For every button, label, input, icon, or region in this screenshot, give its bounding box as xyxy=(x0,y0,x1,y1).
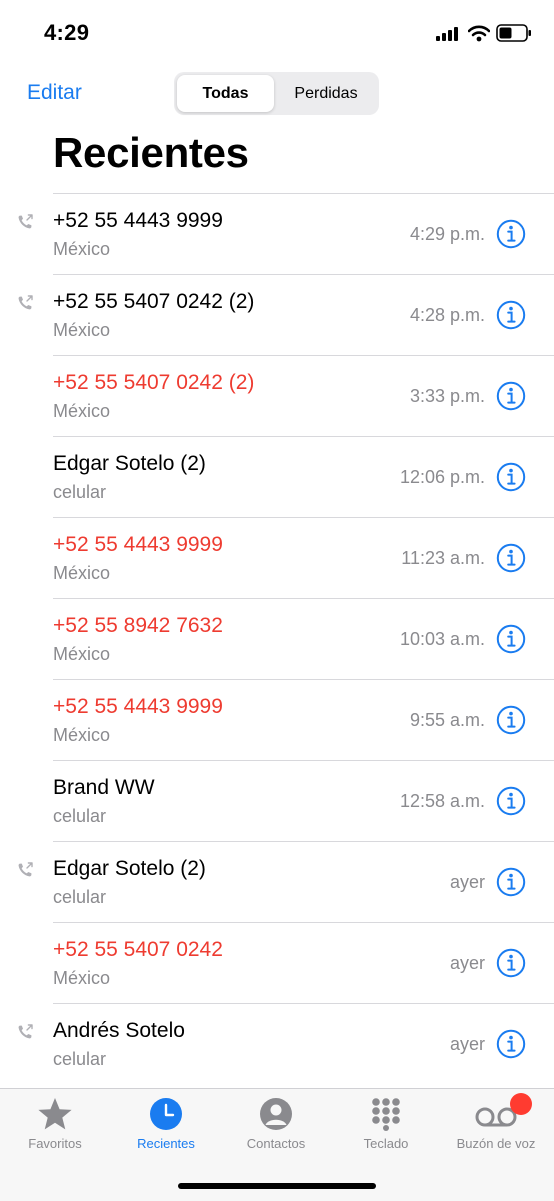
tab-label-recientes: Recientes xyxy=(137,1136,195,1151)
tab-label-buzon-de-voz: Buzón de voz xyxy=(456,1136,536,1151)
call-time: 4:29 p.m. xyxy=(409,224,485,244)
info-icon[interactable] xyxy=(496,705,526,735)
call-time: ayer xyxy=(449,953,485,973)
caller-label: México xyxy=(53,320,111,340)
call-time: 3:33 p.m. xyxy=(409,386,485,406)
calls-filter-segmented-control: Todas Perdidas xyxy=(174,72,379,115)
call-row[interactable]: +52 55 4443 9999 México 11:23 a.m. xyxy=(0,517,554,598)
call-row[interactable]: Brand WW celular 12:58 a.m. xyxy=(0,760,554,841)
tab-favoritos[interactable]: Favoritos xyxy=(0,1097,110,1151)
caller-name: +52 55 5407 0242 (2) xyxy=(53,290,255,313)
caller-label: México xyxy=(53,725,111,745)
info-icon[interactable] xyxy=(496,381,526,411)
info-icon[interactable] xyxy=(496,1029,526,1059)
call-row[interactable]: Edgar Sotelo (2) celular ayer xyxy=(0,841,554,922)
caller-name: +52 55 5407 0242 (2) xyxy=(53,371,255,394)
call-time: 4:28 p.m. xyxy=(409,305,485,325)
status-time: 4:29 xyxy=(44,20,90,45)
caller-label: México xyxy=(53,644,111,664)
call-time: 10:03 a.m. xyxy=(399,629,485,649)
info-icon[interactable] xyxy=(496,543,526,573)
call-row[interactable]: +52 55 8942 7632 México 10:03 a.m. xyxy=(0,598,554,679)
info-icon[interactable] xyxy=(496,786,526,816)
info-icon[interactable] xyxy=(496,300,526,330)
caller-label: México xyxy=(53,563,111,583)
segment-todas[interactable]: Todas xyxy=(177,75,274,112)
call-row[interactable]: Andrés Sotelo celular ayer xyxy=(0,1003,554,1084)
tab-label-favoritos: Favoritos xyxy=(28,1136,82,1151)
caller-label: celular xyxy=(53,482,107,502)
page-title: Recientes xyxy=(53,129,249,176)
caller-label: celular xyxy=(53,887,107,907)
tab-contactos[interactable]: Contactos xyxy=(221,1097,331,1151)
edit-button[interactable]: Editar xyxy=(27,81,82,105)
call-time: 11:23 a.m. xyxy=(401,548,485,568)
tab-label-contactos: Contactos xyxy=(246,1136,306,1151)
info-icon[interactable] xyxy=(496,867,526,897)
info-icon[interactable] xyxy=(496,624,526,654)
tab-label-teclado: Teclado xyxy=(363,1136,409,1151)
status-bar: 4:29 xyxy=(0,0,554,66)
tab-buzon-de-voz[interactable]: Buzón de voz xyxy=(441,1093,551,1151)
call-row[interactable]: +52 55 4443 9999 México 4:29 p.m. xyxy=(0,193,554,274)
outgoing-call-icon xyxy=(18,214,33,229)
info-icon[interactable] xyxy=(496,462,526,492)
info-icon[interactable] xyxy=(496,948,526,978)
caller-label: México xyxy=(53,401,111,421)
caller-name: +52 55 4443 9999 xyxy=(53,209,223,232)
caller-label: México xyxy=(53,239,111,259)
recent-calls-list: +52 55 4443 9999 México 4:29 p.m. +52 55 54… xyxy=(0,193,554,1084)
keypad-icon xyxy=(372,1098,400,1131)
call-time: 12:58 a.m. xyxy=(399,791,485,811)
call-row[interactable]: +52 55 5407 0242 México ayer xyxy=(0,922,554,1003)
caller-name: Edgar Sotelo (2) xyxy=(53,452,206,475)
home-indicator xyxy=(178,1183,376,1189)
caller-name: Andrés Sotelo xyxy=(53,1019,185,1042)
outgoing-call-icon xyxy=(18,295,33,310)
segment-perdidas[interactable]: Perdidas xyxy=(276,75,376,112)
caller-name: +52 55 4443 9999 xyxy=(53,695,223,718)
call-row[interactable]: +52 55 5407 0242 (2) México 4:28 p.m. xyxy=(0,274,554,355)
person-icon xyxy=(260,1098,292,1130)
call-row[interactable]: +52 55 4443 9999 México 9:55 a.m. xyxy=(0,679,554,760)
tab-teclado[interactable]: Teclado xyxy=(331,1097,441,1151)
call-time: ayer xyxy=(449,872,485,892)
star-icon xyxy=(38,1098,72,1130)
caller-name: +52 55 8942 7632 xyxy=(53,614,223,637)
caller-label: celular xyxy=(53,806,107,826)
caller-name: +52 55 4443 9999 xyxy=(53,533,223,556)
outgoing-call-icon xyxy=(18,1024,33,1039)
tab-recientes[interactable]: Recientes xyxy=(111,1097,221,1151)
battery-icon xyxy=(496,24,531,42)
caller-name: Edgar Sotelo (2) xyxy=(53,857,206,880)
call-row[interactable]: +52 55 5407 0242 (2) México 3:33 p.m. xyxy=(0,355,554,436)
wifi-icon xyxy=(468,25,490,42)
call-row[interactable]: Edgar Sotelo (2) celular 12:06 p.m. xyxy=(0,436,554,517)
clock-icon xyxy=(150,1098,182,1130)
caller-name: Brand WW xyxy=(53,776,155,799)
caller-label: México xyxy=(53,968,111,988)
call-time: ayer xyxy=(449,1034,485,1054)
voicemail-badge xyxy=(510,1093,532,1115)
call-time: 9:55 a.m. xyxy=(409,710,485,730)
outgoing-call-icon xyxy=(18,862,33,877)
info-icon[interactable] xyxy=(496,219,526,249)
caller-label: celular xyxy=(53,1049,107,1069)
call-time: 12:06 p.m. xyxy=(399,467,485,487)
caller-name: +52 55 5407 0242 xyxy=(53,938,223,961)
cellular-signal-icon xyxy=(436,27,458,41)
